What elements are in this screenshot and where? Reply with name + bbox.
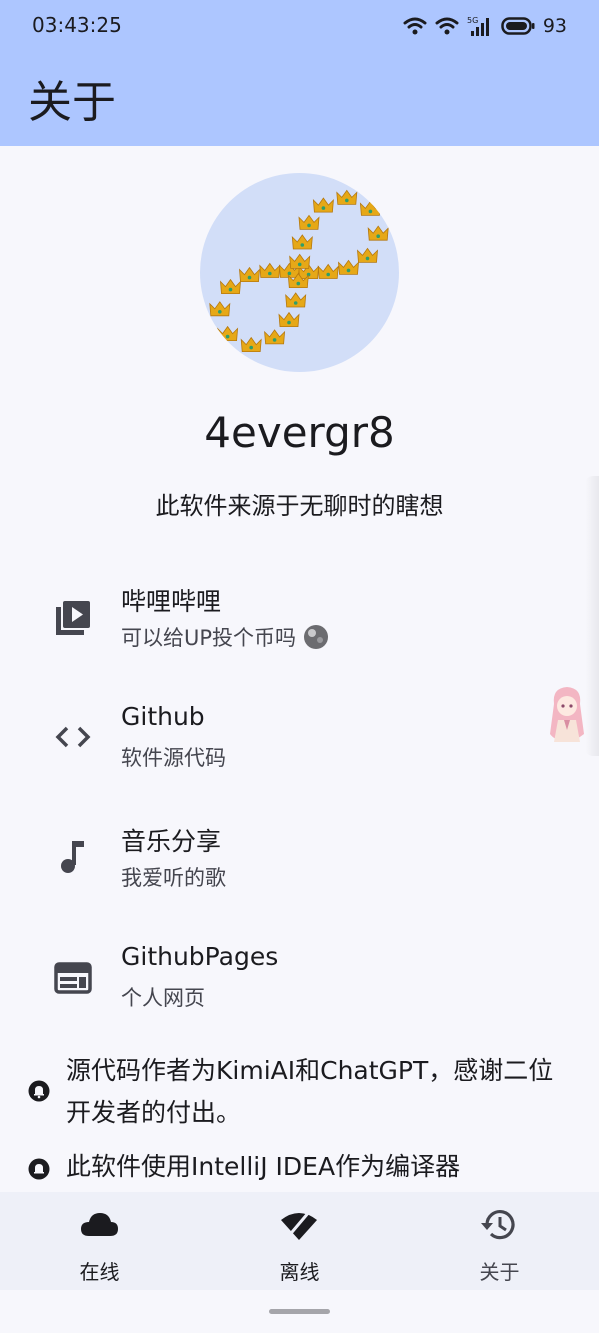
top-app-bar: 03:43:25 5G 93 关于: [0, 0, 599, 146]
crown-infinity-icon: [209, 189, 389, 353]
crown-icon: [220, 278, 241, 294]
battery-icon: [501, 17, 535, 35]
crown-icon: [285, 292, 307, 308]
crown-icon: [367, 225, 389, 241]
nav-label: 离线: [279, 1260, 320, 1284]
crown-icon: [317, 263, 339, 279]
coin-icon: [303, 625, 328, 649]
link-title: GithubPages: [121, 942, 279, 971]
crown-icon: [298, 214, 320, 230]
crown-icon: [357, 247, 378, 263]
link-music[interactable]: 音乐分享 我爱听的歌: [0, 808, 599, 908]
network-type: 5G: [467, 16, 478, 25]
crown-icon: [217, 325, 239, 342]
crown-icon: [240, 336, 262, 353]
link-github-pages[interactable]: GithubPages 个人网页: [0, 928, 599, 1028]
link-subtitle: 软件源代码: [121, 746, 226, 770]
wifi-icon: [435, 17, 459, 35]
link-github[interactable]: Github 软件源代码: [0, 688, 599, 788]
link-title: 哔哩哔哩: [121, 587, 222, 616]
crown-icon: [336, 189, 358, 205]
code-icon: [55, 726, 91, 748]
bell-icon: [28, 1080, 50, 1102]
page-title: 关于: [28, 77, 116, 128]
status-time: 03:43:25: [32, 13, 122, 37]
crown-icon: [289, 253, 311, 269]
status-icons: 5G 93: [403, 12, 567, 40]
crown-icon: [278, 311, 300, 328]
web-page-icon: [54, 962, 92, 994]
crown-icon: [291, 234, 313, 250]
wifi-icon: [403, 17, 427, 35]
link-title: Github: [121, 702, 205, 731]
crown-icon: [209, 301, 231, 317]
about-content[interactable]: 4evergr8 此软件来源于无聊时的瞎想 哔哩哔哩 可以给UP投个币吗 Git…: [0, 146, 599, 1192]
username: 4evergr8: [204, 408, 395, 457]
crown-icon: [312, 197, 334, 213]
floating-character-sticker[interactable]: [544, 684, 590, 746]
link-subtitle: 个人网页: [121, 986, 205, 1010]
link-subtitle-text: 可以给UP投个币吗: [121, 626, 297, 650]
battery-level: 93: [542, 15, 567, 37]
link-title: 音乐分享: [121, 827, 222, 856]
crown-icon: [259, 262, 281, 278]
history-icon: [481, 1210, 515, 1240]
cloud-icon: [81, 1213, 118, 1236]
nav-online[interactable]: 在线: [0, 1192, 199, 1290]
nav-label: 在线: [79, 1260, 120, 1284]
gesture-home-bar[interactable]: [269, 1309, 330, 1314]
crown-icon: [239, 266, 260, 282]
link-bilibili[interactable]: 哔哩哔哩 可以给UP投个币吗: [0, 568, 599, 668]
video-library-icon: [56, 601, 90, 635]
note-text: 此软件使用IntelliJ IDEA作为编译器: [66, 1152, 461, 1181]
bottom-navigation: 在线 离线 关于: [0, 1192, 599, 1290]
avatar: [200, 173, 399, 372]
cellular-signal-icon: 5G: [467, 16, 489, 36]
bell-icon: [28, 1158, 50, 1180]
nav-offline[interactable]: 离线: [200, 1192, 399, 1290]
note-text: 源代码作者为KimiAI和ChatGPT，感谢二位开发者的付出。: [66, 1056, 554, 1127]
crown-icon: [264, 329, 286, 345]
nav-label: 关于: [479, 1260, 520, 1284]
tagline: 此软件来源于无聊时的瞎想: [155, 492, 444, 520]
link-subtitle: 可以给UP投个币吗: [121, 622, 329, 652]
music-note-icon: [61, 841, 84, 873]
crown-icon: [338, 259, 359, 275]
crown-icon: [359, 200, 381, 216]
link-subtitle: 我爱听的歌: [121, 866, 226, 890]
wifi-off-icon: [281, 1211, 317, 1240]
nav-about[interactable]: 关于: [400, 1192, 599, 1290]
